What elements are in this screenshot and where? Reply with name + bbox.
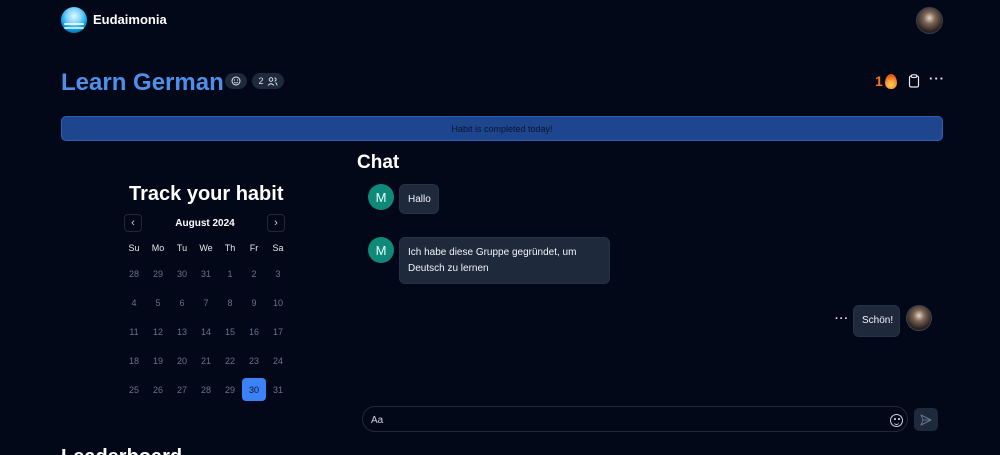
emoji-icon	[231, 76, 241, 86]
calendar-day[interactable]: 1	[218, 262, 242, 285]
send-icon	[920, 414, 932, 425]
completion-banner: Habit is completed today!	[61, 116, 943, 141]
message-avatar: M	[368, 184, 394, 210]
chevron-right-icon: ›	[274, 217, 278, 229]
leaderboard-heading: Leaderboard	[61, 446, 182, 455]
prev-month-button[interactable]: ‹	[124, 214, 142, 232]
user-avatar[interactable]	[916, 7, 943, 34]
weekday-label: Su	[128, 243, 140, 253]
users-icon	[267, 76, 277, 86]
calendar-day[interactable]: 23	[242, 349, 266, 372]
calendar-heading: Track your habit	[129, 183, 284, 205]
more-options-ellipsis-icon[interactable]: ···	[929, 71, 945, 86]
streak-counter: 1	[875, 73, 897, 89]
calendar-day[interactable]: 12	[146, 320, 170, 343]
calendar-day[interactable]: 15	[218, 320, 242, 343]
calendar-day[interactable]: 24	[266, 349, 290, 372]
calendar-day[interactable]: 17	[266, 320, 290, 343]
members-pill[interactable]: 2	[252, 73, 284, 89]
habit-title: Learn German	[61, 69, 224, 96]
calendar-day[interactable]: 22	[218, 349, 242, 372]
calendar-day[interactable]: 19	[146, 349, 170, 372]
chat-heading: Chat	[357, 152, 400, 173]
calendar-day-selected[interactable]: 30	[242, 378, 266, 401]
calendar-day[interactable]: 28	[194, 378, 218, 401]
weekday-label: Mo	[151, 243, 165, 253]
calendar-day[interactable]: 21	[194, 349, 218, 372]
calendar-day[interactable]: 25	[122, 378, 146, 401]
calendar-day[interactable]: 13	[170, 320, 194, 343]
calendar-day[interactable]: 7	[194, 291, 218, 314]
clipboard-icon[interactable]	[908, 74, 920, 88]
chat-input-container	[362, 406, 908, 432]
weekday-label: We	[199, 243, 213, 253]
weekday-label: Sa	[272, 243, 284, 253]
calendar-day[interactable]: 2	[242, 262, 266, 285]
calendar-day[interactable]: 4	[122, 291, 146, 314]
emoji-pill[interactable]	[225, 73, 247, 89]
calendar-grid: Su Mo Tu We Th Fr Sa 28 29 30 31 1 2 3 4 5 6 7 8 9 10 11 12 13 1…	[122, 238, 290, 407]
send-button[interactable]	[914, 408, 938, 431]
calendar-day[interactable]: 10	[266, 291, 290, 314]
chat-message: Ich habe diese Gruppe gegründet, um Deut…	[399, 237, 610, 284]
message-options-ellipsis-icon[interactable]: ···	[835, 313, 849, 325]
chat-message-input[interactable]	[371, 411, 871, 429]
calendar-month-label: August 2024	[175, 218, 235, 229]
calendar-day[interactable]: 8	[218, 291, 242, 314]
calendar-day[interactable]: 29	[146, 262, 170, 285]
calendar-day[interactable]: 31	[194, 262, 218, 285]
app-name[interactable]: Eudaimonia	[93, 12, 167, 27]
chat-message: Hallo	[399, 184, 439, 214]
calendar-day[interactable]: 18	[122, 349, 146, 372]
own-message-avatar	[906, 305, 932, 331]
calendar-day[interactable]: 27	[170, 378, 194, 401]
smile-icon[interactable]	[890, 414, 903, 427]
calendar-day[interactable]: 5	[146, 291, 170, 314]
weekday-label: Fr	[249, 243, 259, 253]
calendar-day[interactable]: 29	[218, 378, 242, 401]
streak-value: 1	[875, 73, 883, 89]
calendar-day[interactable]: 26	[146, 378, 170, 401]
calendar-day[interactable]: 28	[122, 262, 146, 285]
flame-icon	[884, 73, 897, 89]
members-count: 2	[258, 76, 264, 86]
next-month-button[interactable]: ›	[267, 214, 285, 232]
message-avatar: M	[368, 237, 394, 263]
eudaimonia-logo-icon[interactable]	[61, 7, 87, 33]
calendar-day[interactable]: 16	[242, 320, 266, 343]
weekday-label: Th	[224, 243, 236, 253]
calendar-day[interactable]: 6	[170, 291, 194, 314]
calendar-day[interactable]: 31	[266, 378, 290, 401]
calendar-day[interactable]: 11	[122, 320, 146, 343]
calendar-day[interactable]: 9	[242, 291, 266, 314]
calendar-day[interactable]: 14	[194, 320, 218, 343]
chevron-left-icon: ‹	[131, 217, 135, 229]
weekday-label: Tu	[176, 243, 188, 253]
chat-message-own: Schön!	[853, 305, 900, 337]
calendar-day[interactable]: 30	[170, 262, 194, 285]
calendar-day[interactable]: 3	[266, 262, 290, 285]
calendar-day[interactable]: 20	[170, 349, 194, 372]
top-bar: Eudaimonia	[0, 0, 1000, 40]
